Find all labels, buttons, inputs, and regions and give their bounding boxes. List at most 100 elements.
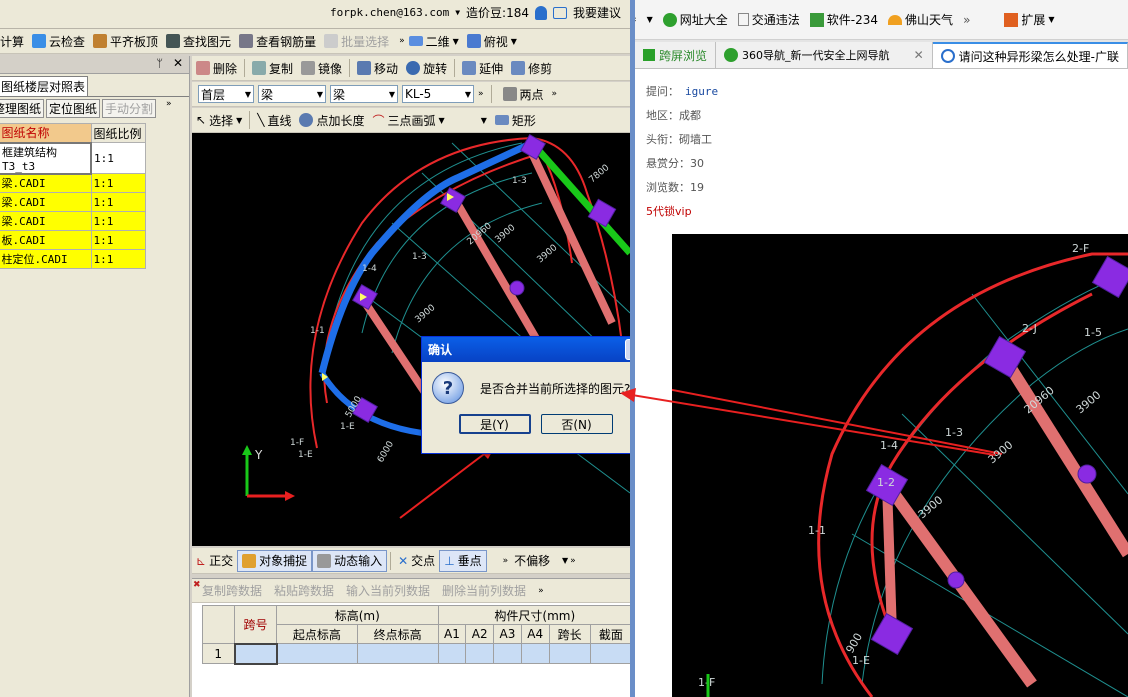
annotation-arrow-line bbox=[399, 447, 493, 519]
rect-button[interactable]: 矩形 bbox=[491, 109, 540, 131]
section-cell[interactable] bbox=[589, 643, 633, 664]
level-top-label: 平齐板顶 bbox=[110, 34, 159, 49]
no-button[interactable]: 否(N) bbox=[540, 414, 613, 434]
copy-span-button[interactable]: 复制跨数据 bbox=[202, 582, 262, 599]
bookmark-nav3[interactable]: 软件-234 bbox=[809, 11, 879, 28]
find-button[interactable]: 查找图元 bbox=[162, 30, 235, 52]
asker-link[interactable]: igure bbox=[685, 85, 718, 98]
perpendicular-toggle[interactable]: ⊥ 垂点 bbox=[439, 549, 487, 572]
table-row[interactable]: 梁.CADI 1:1 bbox=[0, 173, 146, 193]
span-overflow-chevron[interactable]: » bbox=[538, 586, 544, 596]
a3-cell[interactable] bbox=[493, 643, 522, 664]
offset-select[interactable]: 不偏移 ▼ bbox=[512, 551, 571, 570]
cloud-check-button[interactable]: 云检查 bbox=[28, 30, 89, 52]
span-length-cell[interactable] bbox=[548, 643, 591, 664]
extend-button[interactable]: 延伸 bbox=[458, 57, 507, 79]
view2d-dropdown[interactable]: 二维 ▼ bbox=[405, 30, 463, 52]
question-image[interactable]: 2-F 2-J 1-5 1-4 1-3 1-2 1-1 1-F 1-E 3900… bbox=[672, 234, 1128, 697]
manual-split-button[interactable]: 手动分割 bbox=[102, 99, 157, 118]
drawing-ratio: 1:1 bbox=[90, 142, 146, 174]
end-elev-cell[interactable] bbox=[356, 643, 439, 664]
table-row[interactable]: 1 bbox=[202, 642, 633, 665]
tab-360-nav[interactable]: 360导航_新一代安全上网导航 ✕ bbox=[716, 42, 933, 68]
copy-icon bbox=[252, 61, 267, 75]
category-select[interactable]: 梁 ▼ bbox=[258, 85, 326, 103]
a2-cell[interactable] bbox=[465, 643, 495, 664]
bell-icon[interactable] bbox=[535, 5, 547, 20]
level-top-button[interactable]: 平齐板顶 bbox=[89, 30, 162, 52]
rotate-button[interactable]: 旋转 bbox=[402, 57, 451, 79]
filter-overflow-chevron[interactable]: » bbox=[478, 89, 484, 99]
object-snap-toggle[interactable]: 对象捕捉 bbox=[237, 549, 313, 572]
table-row[interactable]: 框建筑结构T3_t3 1:1 bbox=[0, 141, 146, 175]
paste-span-button[interactable]: 粘贴跨数据 bbox=[274, 582, 334, 599]
two-point-button[interactable]: 两点 bbox=[499, 83, 548, 105]
view-top-dropdown[interactable]: 俯视 ▼ bbox=[463, 30, 521, 52]
input-column-button[interactable]: 输入当前列数据 bbox=[346, 582, 430, 599]
floor-select[interactable]: 首层 ▼ bbox=[198, 85, 254, 103]
table-row[interactable]: 梁.CADI 1:1 bbox=[0, 192, 146, 212]
tab-cross-screen[interactable]: 跨屏浏览 bbox=[635, 42, 717, 68]
perpendicular-label: 垂点 bbox=[457, 554, 482, 568]
type-select[interactable]: 梁 ▼ bbox=[330, 85, 398, 103]
extensions-button[interactable]: 扩展 ▼ bbox=[1004, 11, 1055, 28]
span-cell[interactable] bbox=[233, 642, 278, 665]
tab-question[interactable]: 请问这种异形梁怎么处理-广联 bbox=[932, 42, 1128, 68]
organize-drawings-button[interactable]: 整理图纸 bbox=[0, 99, 45, 118]
a4-cell[interactable] bbox=[520, 643, 550, 664]
select-button[interactable]: ↖ 选择 ▼ bbox=[192, 109, 246, 131]
yes-button[interactable]: 是(Y) bbox=[458, 414, 531, 434]
tab-floor-map[interactable]: 图纸楼层对照表 bbox=[0, 76, 89, 96]
rect-icon bbox=[494, 115, 509, 125]
filter-overflow-chevron2[interactable]: » bbox=[552, 89, 558, 99]
snap-overflow-chevron2[interactable]: » bbox=[570, 556, 576, 566]
view-rebar-button[interactable]: 查看钢筋量 bbox=[235, 30, 320, 52]
views-value: 19 bbox=[690, 180, 704, 194]
bm-left-chevron[interactable]: ‹ bbox=[635, 15, 637, 25]
bm-more-chevron[interactable]: » bbox=[963, 13, 970, 27]
intersect-toggle[interactable]: ✕ 交点 bbox=[394, 550, 439, 572]
copy-button[interactable]: 复制 bbox=[248, 57, 297, 79]
locate-drawings-button[interactable]: 定位图纸 bbox=[46, 99, 101, 118]
table-row[interactable]: 柱定位.CADI 1:1 bbox=[0, 249, 146, 269]
dimension-label: 3900 bbox=[536, 243, 560, 266]
point-length-button[interactable]: 点加长度 bbox=[295, 109, 368, 131]
table-row[interactable]: 梁.CADI 1:1 bbox=[0, 211, 146, 231]
drawing-name: 框建筑结构T3_t3 bbox=[0, 141, 92, 175]
drawing-name: 梁.CADI bbox=[0, 192, 92, 212]
reward-line: 悬赏分： 30 bbox=[646, 151, 1128, 175]
zoom-axis-label: 1-4 bbox=[880, 439, 898, 452]
bookmark-nav1[interactable]: 网址大全 bbox=[662, 11, 728, 28]
start-elev-cell[interactable] bbox=[276, 643, 358, 664]
delete-button[interactable]: 删除 bbox=[192, 57, 241, 79]
mirror-button[interactable]: 镜像 bbox=[297, 57, 346, 79]
views-label: 浏览数： bbox=[646, 181, 690, 194]
delete-column-button[interactable]: 删除当前列数据 bbox=[442, 582, 526, 599]
table-row[interactable]: 板.CADI 1:1 bbox=[0, 230, 146, 250]
move-button[interactable]: 移动 bbox=[353, 57, 402, 79]
snap-overflow-chevron[interactable]: » bbox=[503, 556, 509, 566]
user-account[interactable]: forpk.chen@163.com bbox=[330, 6, 449, 19]
trim-button[interactable]: 修剪 bbox=[507, 57, 556, 79]
line-button[interactable]: ╲ 直线 bbox=[253, 109, 295, 131]
shape-dropdown[interactable]: ▼ bbox=[477, 109, 491, 131]
close-icon[interactable]: ✕ bbox=[173, 56, 183, 70]
bookmark-nav4[interactable]: 佛山天气 bbox=[888, 11, 953, 28]
a1-cell[interactable] bbox=[437, 643, 467, 664]
span-close-icon[interactable]: ✖ bbox=[193, 580, 201, 590]
panel-overflow-chevron[interactable]: » bbox=[166, 99, 172, 118]
arc-button[interactable]: ⌒ 三点画弧 ▼ bbox=[369, 109, 449, 131]
two-point-icon bbox=[502, 87, 517, 101]
pin-icon[interactable]: ᛘ bbox=[156, 57, 163, 70]
suggest-link[interactable]: 我要建议 bbox=[573, 4, 621, 21]
tab-close-icon[interactable]: ✕ bbox=[914, 48, 924, 62]
bookmark-nav2[interactable]: 交通违法 bbox=[737, 11, 800, 28]
bookmark-nav3-label: 软件-234 bbox=[826, 13, 879, 27]
batch-select-button[interactable]: 批量选择 bbox=[320, 30, 393, 52]
dynamic-input-toggle[interactable]: 动态输入 bbox=[312, 549, 388, 572]
member-select[interactable]: KL-5 ▼ bbox=[402, 85, 474, 103]
zoom-axis-label: 1-1 bbox=[808, 524, 826, 537]
ortho-toggle[interactable]: ⊾ 正交 bbox=[192, 550, 237, 572]
calc-button[interactable]: 计算 bbox=[0, 30, 28, 52]
bm-dropdown[interactable]: ▼ bbox=[647, 15, 653, 24]
